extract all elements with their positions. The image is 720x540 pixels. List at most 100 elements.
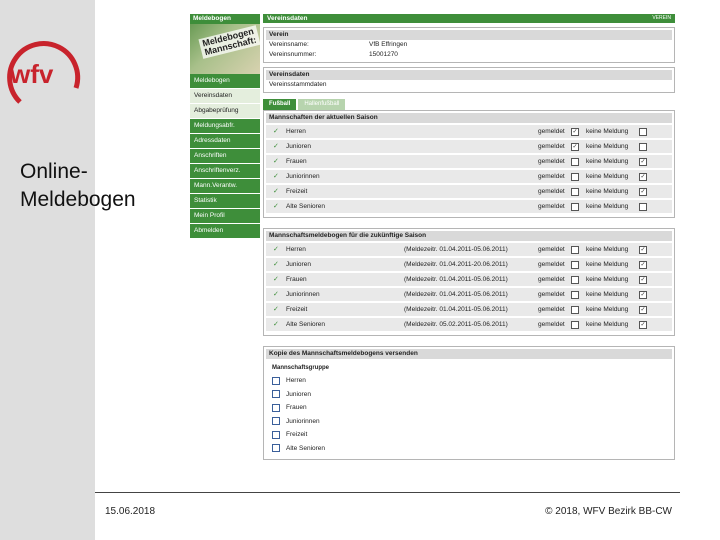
- sidebar-item[interactable]: Meldebogen: [190, 74, 260, 88]
- team-name[interactable]: Freizeit: [286, 303, 307, 316]
- reported-checkbox[interactable]: ✓: [571, 143, 579, 151]
- reported-checkbox[interactable]: [571, 158, 579, 166]
- table-row: ✓ Freizeit gemeldet keine Meldung ✓: [266, 185, 672, 198]
- vereinsdaten-heading: Vereinsdaten: [266, 70, 672, 80]
- reported-checkbox[interactable]: [571, 188, 579, 196]
- reported-checkbox[interactable]: [571, 321, 579, 329]
- sidebar-item[interactable]: Vereinsdaten: [190, 89, 260, 103]
- footer-date: 15.06.2018: [105, 506, 156, 517]
- sidebar-item[interactable]: Adressdaten: [190, 134, 260, 148]
- sidebar-item[interactable]: Mann.Verantw.: [190, 179, 260, 193]
- no-report-checkbox[interactable]: ✓: [639, 173, 647, 181]
- no-report-label: keine Meldung: [586, 173, 629, 180]
- no-report-label: keine Meldung: [586, 188, 629, 195]
- reported-label: gemeldet: [538, 173, 565, 180]
- reported-label: gemeldet: [538, 276, 565, 283]
- sidebar-menu: Meldebogen Vereinsdaten Abgabeprüfung Meldu…: [190, 74, 260, 238]
- copy-checkbox[interactable]: [272, 417, 280, 426]
- copy-list-item: Junioren: [272, 388, 666, 402]
- no-report-checkbox[interactable]: ✓: [639, 158, 647, 166]
- no-report-checkbox[interactable]: ✓: [639, 188, 647, 196]
- sidebar-item[interactable]: Anschriften: [190, 149, 260, 163]
- copy-item-label: Freizeit: [286, 431, 308, 438]
- copy-list-item: Alte Senioren: [272, 442, 666, 456]
- sidebar-header: Meldebogen: [190, 14, 260, 24]
- report-period: (Meldezeitr. 01.04.2011-05.06.2011): [404, 306, 508, 313]
- reported-checkbox[interactable]: [571, 291, 579, 299]
- report-period: (Meldezeitr. 01.04.2011-05.06.2011): [404, 246, 508, 253]
- sidebar-item[interactable]: Abgabeprüfung: [190, 104, 260, 118]
- sidebar-item[interactable]: Mein Profil: [190, 209, 260, 223]
- reported-checkbox[interactable]: [571, 173, 579, 181]
- team-name[interactable]: Alte Senioren: [286, 318, 325, 331]
- copy-checkbox[interactable]: [272, 403, 280, 412]
- no-report-checkbox[interactable]: ✓: [639, 276, 647, 284]
- team-name[interactable]: Frauen: [286, 155, 307, 168]
- team-name[interactable]: Juniorinnen: [286, 288, 320, 301]
- team-name[interactable]: Junioren: [286, 258, 311, 271]
- copy-checkbox[interactable]: [272, 376, 280, 385]
- reported-checkbox[interactable]: [571, 246, 579, 254]
- checkmark-icon: ✓: [273, 276, 279, 283]
- tab-fussball[interactable]: Fußball: [263, 99, 297, 110]
- sidebar-item[interactable]: Abmelden: [190, 224, 260, 238]
- checkmark-icon: ✓: [273, 173, 279, 180]
- sidebar-banner: Meldebogen Mannschaft:: [190, 24, 260, 74]
- verein-name-row: Vereinsname: VfB Effringen: [266, 40, 672, 50]
- page-header: Vereinsdaten VEREIN: [263, 14, 675, 23]
- sidebar-item[interactable]: Statistik: [190, 194, 260, 208]
- reported-label: gemeldet: [538, 321, 565, 328]
- tab-bar: Fußball Hallenfußball: [263, 99, 675, 110]
- reported-checkbox[interactable]: ✓: [571, 128, 579, 136]
- team-name[interactable]: Alte Senioren: [286, 200, 325, 213]
- no-report-checkbox[interactable]: ✓: [639, 291, 647, 299]
- copy-checkbox[interactable]: [272, 444, 280, 453]
- reported-checkbox[interactable]: [571, 261, 579, 269]
- verein-panel: Verein Vereinsname: VfB Effringen Verein…: [263, 27, 675, 63]
- table-row: ✓ Junioren gemeldet ✓ keine Meldung: [266, 140, 672, 153]
- report-period: (Meldezeitr. 05.02.2011-05.06.2011): [404, 321, 508, 328]
- team-name[interactable]: Juniorinnen: [286, 170, 320, 183]
- tab-hallenfussball[interactable]: Hallenfußball: [298, 99, 346, 110]
- team-name[interactable]: Frauen: [286, 273, 307, 286]
- no-report-label: keine Meldung: [586, 143, 629, 150]
- team-name[interactable]: Herren: [286, 243, 306, 256]
- team-name[interactable]: Herren: [286, 125, 306, 138]
- reported-checkbox[interactable]: [571, 276, 579, 284]
- team-name[interactable]: Junioren: [286, 140, 311, 153]
- no-report-label: keine Meldung: [586, 246, 629, 253]
- copy-item-label: Herren: [286, 377, 306, 384]
- checkmark-icon: ✓: [273, 291, 279, 298]
- copy-checkbox[interactable]: [272, 390, 280, 399]
- sidebar-item[interactable]: Meldungsabfr.: [190, 119, 260, 133]
- future-season-section: Mannschaftsmeldebogen für die zukünftige…: [263, 228, 675, 336]
- copy-items: Herren Junioren Frauen Juniorinnen Freizeit A…: [272, 374, 666, 455]
- table-row: ✓ Alte Senioren (Meldezeitr. 05.02.2011-05…: [266, 318, 672, 331]
- no-report-label: keine Meldung: [586, 291, 629, 298]
- copy-checkbox[interactable]: [272, 430, 280, 439]
- sidebar-item[interactable]: Anschriftenverz.: [190, 164, 260, 178]
- table-row: ✓ Juniorinnen gemeldet keine Meldung ✓: [266, 170, 672, 183]
- team-name[interactable]: Freizeit: [286, 185, 307, 198]
- copy-list-item: Freizeit: [272, 428, 666, 442]
- report-period: (Meldezeitr. 01.04.2011-20.06.2011): [404, 261, 508, 268]
- reported-checkbox[interactable]: [571, 306, 579, 314]
- vereinsstammdaten-link[interactable]: Vereinsstammdaten: [266, 80, 672, 90]
- reported-checkbox[interactable]: [571, 203, 579, 211]
- no-report-label: keine Meldung: [586, 306, 629, 313]
- report-period: (Meldezeitr. 01.04.2011-05.06.2011): [404, 291, 508, 298]
- no-report-checkbox[interactable]: [639, 128, 647, 136]
- copy-list-item: Frauen: [272, 401, 666, 415]
- no-report-checkbox[interactable]: [639, 203, 647, 211]
- reported-label: gemeldet: [538, 158, 565, 165]
- copy-item-label: Frauen: [286, 404, 307, 411]
- no-report-checkbox[interactable]: ✓: [639, 321, 647, 329]
- no-report-checkbox[interactable]: ✓: [639, 306, 647, 314]
- svg-text:wfv: wfv: [9, 59, 54, 89]
- checkmark-icon: ✓: [273, 321, 279, 328]
- copy-list-item: Juniorinnen: [272, 415, 666, 429]
- no-report-checkbox[interactable]: ✓: [639, 246, 647, 254]
- no-report-checkbox[interactable]: [639, 143, 647, 151]
- no-report-checkbox[interactable]: ✓: [639, 261, 647, 269]
- sidebar: Meldebogen Meldebogen Mannschaft: Meldeb…: [190, 14, 260, 486]
